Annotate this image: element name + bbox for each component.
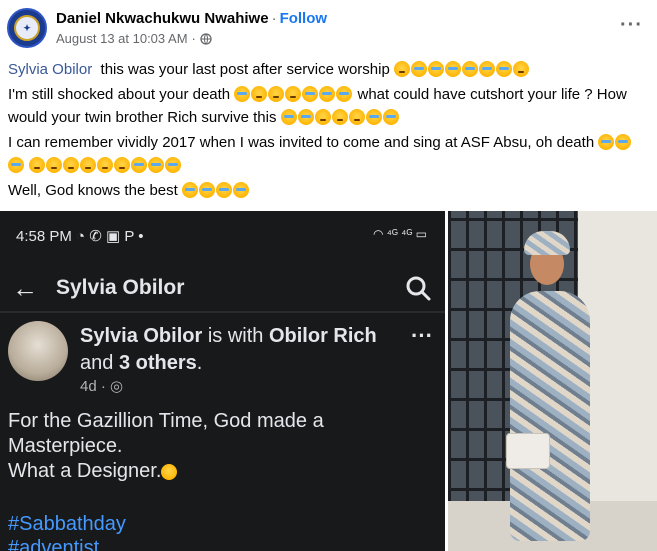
status-bar-right: ◠ ⁴ᴳ ⁴ᴳ ▭ [372, 227, 427, 241]
author-line: Daniel Nkwachukwu Nwahiwe · Follow [56, 10, 327, 27]
divider [0, 311, 445, 313]
post-photo[interactable] [448, 211, 657, 551]
crying-emojis [280, 109, 400, 126]
shot-author-name: Sylvia Obilor [80, 325, 203, 347]
person-headscarf [524, 231, 570, 255]
status-time: 4:58 PM [16, 228, 72, 245]
post-line-2-text-a: I'm still shocked about your death [8, 86, 231, 103]
hashtag-sabbathday: #Sabbathday [8, 513, 126, 535]
shot-period: . [196, 352, 203, 374]
follow-button[interactable]: Follow [280, 10, 328, 27]
post-header: ✦ Daniel Nkwachukwu Nwahiwe · Follow Augus… [0, 0, 657, 56]
shot-others: 3 others [118, 352, 197, 374]
search-icon [406, 276, 431, 301]
hashtag-adventist: #adventist [8, 537, 100, 551]
crying-emojis [234, 86, 353, 103]
raised-hands-icon [161, 464, 178, 480]
globe-icon [200, 32, 212, 45]
post-line-4-text: Well, God knows the best [8, 182, 178, 199]
shot-text-line-3: What a Designer. [8, 460, 162, 482]
shot-tagged: Obilor Rich [268, 325, 377, 347]
post-line-3-text: I can remember vividly 2017 when I was i… [8, 134, 595, 151]
shot-post-author: Sylvia Obilor is with Obilor Rich and 3 … [80, 323, 410, 377]
back-arrow-icon: ← [12, 273, 38, 303]
post-line-1-text: this was your last post after service wo… [100, 61, 390, 78]
post-line-1: Sylvia Obilor this was your last post af… [8, 58, 648, 81]
profile-nav-bar: ← Sylvia Obilor [0, 263, 445, 315]
avatar-emblem-icon: ✦ [14, 15, 40, 41]
status-icons: ◔ ✆ ▣ P • [76, 228, 144, 245]
shot-post-age: 4d · [80, 378, 106, 395]
shot-text-line-3-wrap: What a Designer. [8, 459, 428, 484]
crying-emojis [181, 182, 250, 199]
shot-more-icon: ··· [411, 323, 433, 348]
post-line-4: Well, God knows the best [8, 179, 648, 202]
shot-globe-icon: ◎ [110, 378, 124, 395]
handbag [506, 433, 550, 469]
status-bar-left: 4:58 PM ◔ ✆ ▣ P • [16, 227, 144, 245]
post-line-3: I can remember vividly 2017 when I was i… [8, 131, 648, 177]
shot-post-meta: 4d · ◎ [80, 377, 123, 395]
embedded-screenshot[interactable]: 4:58 PM ◔ ✆ ▣ P • ◠ ⁴ᴳ ⁴ᴳ ▭ ← Sylvia Obi… [0, 211, 445, 551]
meta-separator: · [191, 31, 196, 46]
post-line-2: I'm still shocked about your death what … [8, 83, 648, 129]
shot-text-line-2: Masterpiece. [8, 435, 123, 457]
nav-title: Sylvia Obilor [56, 276, 185, 299]
shot-text-line-1: For the Gazillion Time, God made a [8, 410, 324, 432]
mention-link[interactable]: Sylvia Obilor [8, 61, 92, 78]
more-options-icon[interactable]: ··· [620, 14, 643, 37]
author-name[interactable]: Daniel Nkwachukwu Nwahiwe [56, 10, 269, 27]
author-avatar[interactable]: ✦ [7, 8, 47, 48]
post-meta: August 13 at 10:03 AM · [56, 31, 212, 46]
shot-with: is with [207, 325, 264, 347]
shot-author-avatar [8, 321, 68, 381]
shot-post-text: For the Gazillion Time, God made a Maste… [8, 409, 428, 484]
post-timestamp[interactable]: August 13 at 10:03 AM [56, 31, 188, 46]
shot-and: and [80, 352, 114, 374]
post-body: Sylvia Obilor this was your last post af… [8, 58, 648, 204]
crying-emojis [394, 61, 530, 78]
separator-dot: · [271, 10, 277, 27]
person-dress [510, 291, 590, 541]
